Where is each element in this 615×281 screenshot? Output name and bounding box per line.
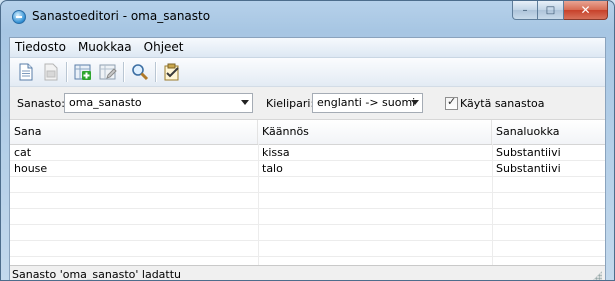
add-word-icon [74, 64, 91, 80]
add-word-button[interactable] [72, 61, 94, 83]
column-header-sana[interactable]: Sana [10, 120, 258, 144]
table-header: Sana Käännös Sanaluokka [10, 120, 605, 145]
cell-sana: house [14, 162, 48, 175]
column-header-sanaluokka[interactable]: Sanaluokka [492, 120, 605, 144]
cell-kaannos: kissa [262, 146, 290, 159]
toolbar-separator [66, 62, 68, 82]
filter-bar: Sanasto: oma_sanasto Kielipari: englanti… [10, 88, 605, 120]
toolbar-separator [123, 62, 125, 82]
check-button[interactable] [161, 61, 183, 83]
use-vocabulary-checkbox[interactable] [445, 95, 458, 110]
use-vocabulary-label[interactable]: Käytä sanastoa [460, 97, 545, 110]
check-icon [164, 63, 179, 81]
status-bar: Sanasto 'oma_sanasto' ladattu [10, 265, 605, 281]
table-row-empty [10, 225, 605, 241]
cell-kaannos: talo [262, 162, 283, 175]
window-title: Sanastoeditori - oma_sanasto [32, 9, 211, 23]
status-text: Sanasto 'oma_sanasto' ladattu [12, 268, 182, 281]
cell-sanaluokka: Substantiivi [496, 146, 561, 159]
chevron-down-icon [241, 100, 249, 105]
maximize-icon: □ [545, 4, 556, 16]
table-row-empty [10, 241, 605, 257]
column-divider [258, 144, 259, 265]
menu-tiedosto[interactable]: Tiedosto [10, 38, 72, 57]
table-row[interactable]: cat kissa Substantiivi [10, 145, 605, 161]
table-row-empty [10, 177, 605, 193]
close-icon: ✕ [580, 3, 591, 17]
open-button[interactable] [40, 61, 62, 83]
window-controls: – □ ✕ [512, 1, 608, 21]
menu-muokkaa[interactable]: Muokkaa [72, 38, 138, 57]
word-table: Sana Käännös Sanaluokka cat kissa Substa… [10, 120, 605, 265]
client-area: Tiedosto Muokkaa Ohjeet Sanasto: oma_san… [9, 37, 606, 281]
edit-word-button[interactable] [97, 61, 119, 83]
sanasto-label: Sanasto: [17, 97, 65, 110]
maximize-button[interactable]: □ [538, 1, 564, 20]
kielipari-value: englanti -> suomi [317, 96, 416, 109]
new-document-button[interactable] [15, 61, 37, 83]
sanasto-dropdown[interactable]: oma_sanasto [64, 93, 253, 113]
toolbar [10, 58, 605, 87]
toolbar-separator [155, 62, 157, 82]
minimize-icon: – [522, 4, 528, 16]
edit-word-icon [99, 64, 117, 80]
resize-grip-icon[interactable] [592, 271, 602, 280]
close-button[interactable]: ✕ [564, 1, 608, 20]
search-icon [132, 64, 149, 81]
cell-sanaluokka: Substantiivi [496, 162, 561, 175]
title-bar[interactable]: Sanastoeditori - oma_sanasto – □ ✕ [1, 1, 614, 37]
kielipari-label: Kielipari: [266, 97, 315, 110]
minimize-button[interactable]: – [512, 1, 538, 20]
table-row[interactable]: house talo Substantiivi [10, 161, 605, 177]
new-document-icon [19, 63, 33, 81]
open-disabled-icon [44, 63, 58, 81]
menu-bar: Tiedosto Muokkaa Ohjeet [10, 38, 605, 58]
table-row-empty [10, 209, 605, 225]
application-window: Sanastoeditori - oma_sanasto – □ ✕ Tiedo… [0, 0, 615, 281]
column-header-kaannos[interactable]: Käännös [258, 120, 492, 144]
cell-sana: cat [14, 146, 32, 159]
column-divider [492, 144, 493, 265]
table-row-empty [10, 193, 605, 209]
chevron-down-icon [411, 100, 419, 105]
search-button[interactable] [129, 61, 151, 83]
menu-ohjeet[interactable]: Ohjeet [138, 38, 190, 57]
app-icon[interactable] [12, 10, 26, 24]
kielipari-dropdown[interactable]: englanti -> suomi [312, 93, 423, 113]
sanasto-value: oma_sanasto [69, 96, 142, 109]
